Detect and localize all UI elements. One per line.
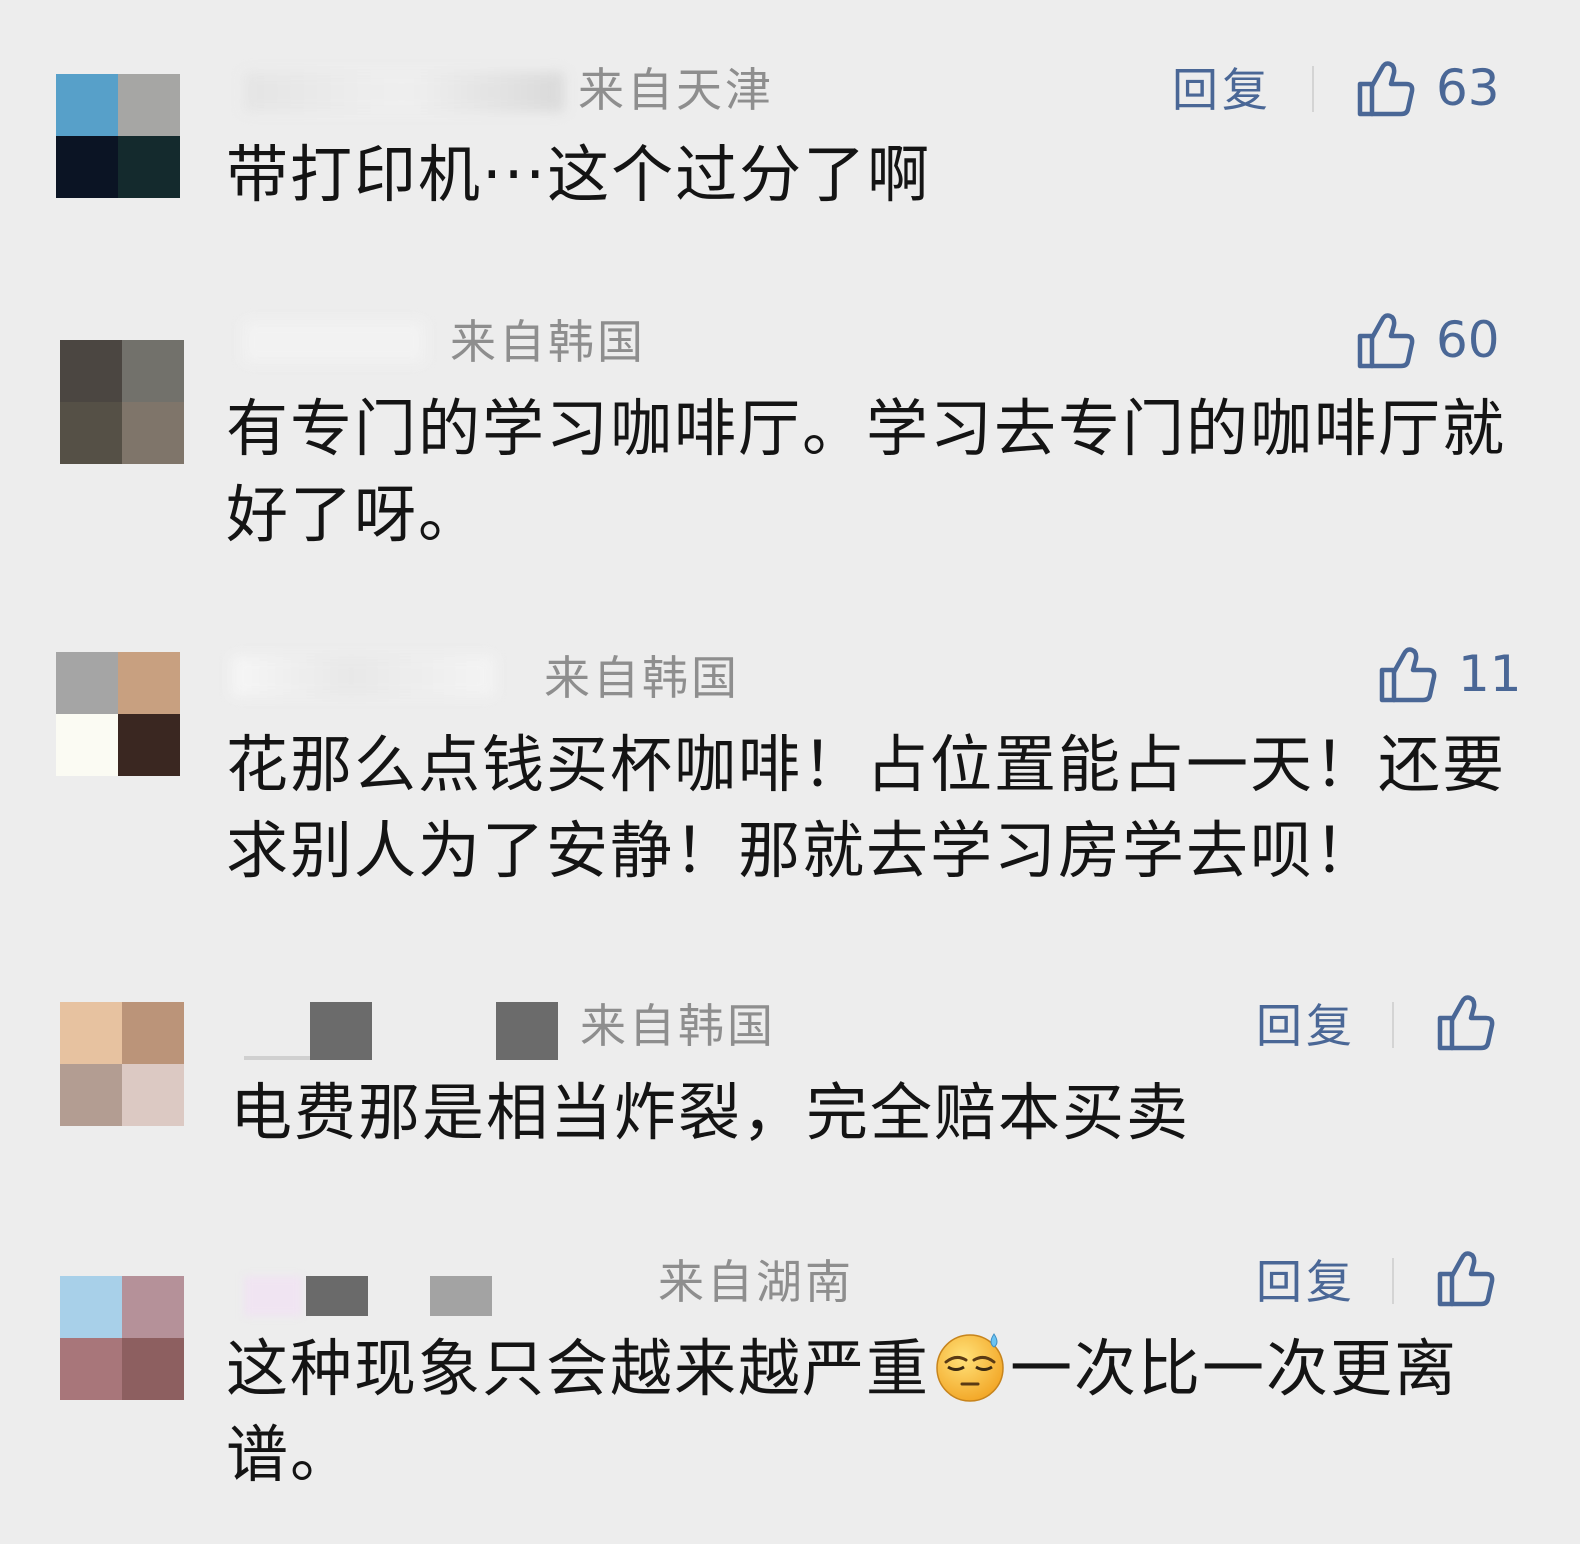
username-redacted[interactable] [244, 1002, 560, 1064]
avatar-pixel [56, 652, 118, 714]
avatar-pixel [60, 1002, 122, 1064]
divider [1312, 66, 1314, 112]
avatar-pixel [60, 402, 122, 464]
avatar-pixel [118, 74, 180, 136]
like-count: 60 [1436, 311, 1500, 369]
avatar[interactable] [60, 1276, 184, 1400]
comment-text: 有专门的学习咖啡厅。学习去专门的咖啡厅就好了呀。 [226, 392, 1507, 551]
thumbs-up-icon [1434, 1248, 1496, 1308]
comment-text-part: 这种现象只会越来越严重 [226, 1332, 931, 1405]
thumbs-up-icon [1376, 644, 1438, 704]
like-button[interactable]: 60 [1354, 310, 1500, 370]
avatar-pixel [122, 340, 184, 402]
reply-button[interactable]: 回复 [1256, 998, 1356, 1054]
avatar-pixel [122, 1064, 184, 1126]
avatar-pixel [118, 714, 180, 776]
avatar[interactable] [60, 340, 184, 464]
location-label: 来自天津 [578, 63, 774, 117]
location-label: 来自韩国 [450, 315, 646, 369]
sweat-smile-emoji-icon [932, 1328, 1008, 1404]
avatar[interactable] [56, 74, 180, 198]
username-redacted[interactable] [232, 656, 494, 696]
avatar-pixel [60, 1064, 122, 1126]
comment-text: 花那么点钱买杯咖啡！占位置能占一天！还要求别人为了安静！那就去学习房学去呗！ [226, 728, 1507, 887]
reply-button[interactable]: 回复 [1256, 1254, 1356, 1310]
like-button[interactable] [1434, 992, 1496, 1052]
reply-button[interactable]: 回复 [1172, 62, 1272, 118]
like-button[interactable]: 63 [1354, 58, 1500, 118]
location-label: 来自湖南 [658, 1255, 854, 1309]
thumbs-up-icon [1354, 310, 1416, 370]
avatar-pixel [122, 1338, 184, 1400]
avatar-pixel [56, 714, 118, 776]
comment-text: 带打印机···这个过分了啊 [226, 138, 932, 211]
divider [1392, 1002, 1394, 1048]
username-redacted[interactable] [240, 1272, 502, 1318]
like-button[interactable]: 11 [1376, 644, 1522, 704]
like-count: 11 [1458, 645, 1522, 703]
avatar-pixel [56, 136, 118, 198]
like-button[interactable] [1434, 1248, 1496, 1308]
avatar[interactable] [60, 1002, 184, 1126]
avatar-pixel [60, 340, 122, 402]
avatar-pixel [56, 74, 118, 136]
avatar-pixel [118, 652, 180, 714]
thumbs-up-icon [1354, 58, 1416, 118]
divider [1392, 1258, 1394, 1304]
avatar-pixel [60, 1338, 122, 1400]
comment-text: 这种现象只会越来越严重 一次比一次更离谱。 [226, 1326, 1526, 1498]
avatar-pixel [122, 1276, 184, 1338]
username-redacted[interactable] [244, 72, 564, 112]
location-label: 来自韩国 [544, 651, 740, 705]
username-redacted[interactable] [244, 322, 424, 362]
avatar-pixel [60, 1276, 122, 1338]
like-count: 63 [1436, 59, 1500, 117]
avatar-pixel [122, 402, 184, 464]
thumbs-up-icon [1434, 992, 1496, 1052]
avatar-pixel [122, 1002, 184, 1064]
avatar-pixel [118, 136, 180, 198]
location-label: 来自韩国 [580, 999, 776, 1053]
comment-text: 电费那是相当炸裂，完全赔本买卖 [230, 1076, 1191, 1149]
avatar[interactable] [56, 652, 180, 776]
